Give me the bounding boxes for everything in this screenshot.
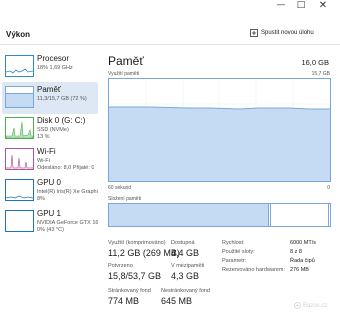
sidebar-item-detail-2: 0% (43 °C): [37, 227, 64, 233]
sidebar-item-detail-2: 13 %: [37, 134, 50, 140]
composition-label: Složení paměti: [108, 196, 142, 202]
memory-title: Paměť: [108, 54, 144, 68]
sidebar-item-label: GPU 0: [37, 178, 62, 187]
sidebar-item-label: Wi-Fi: [37, 147, 56, 156]
cpu-sparkline: [6, 68, 33, 74]
sidebar-item-label: Disk 0 (G: C:): [37, 116, 86, 125]
minimize-button[interactable]: —: [272, 0, 290, 12]
slots-value: 8 z 8: [290, 249, 302, 255]
form-factor-key: Parametr:: [222, 258, 247, 264]
run-new-task-button[interactable]: Spustit novou úlohu: [250, 29, 314, 37]
watermark: Bazos.cz: [294, 302, 327, 309]
hw-reserved-key: Rezervováno hardwarem:: [222, 267, 285, 273]
nonpaged-pool-label: Nestránkovaný fond: [161, 288, 210, 294]
memory-usage-graph: [108, 78, 331, 182]
sidebar: Procesor 18% 1,69 GHz Paměť 11,3/15,7 GB…: [0, 45, 100, 235]
slots-key: Použité sloty:: [222, 249, 255, 255]
nonpaged-pool-value: 645 MB: [161, 296, 193, 306]
paged-pool-value: 774 MB: [108, 296, 140, 306]
sidebar-item-memory[interactable]: Paměť 11,3/15,7 GB (72 %): [2, 82, 98, 114]
usage-graph-max: 15,7 GB: [311, 71, 330, 77]
sidebar-item-detail: Wi-Fi: [37, 158, 50, 164]
usage-graph-label: Využití paměti: [108, 71, 140, 77]
gpu1-thumbnail: [5, 210, 34, 232]
hw-reserved-value: 276 MB: [290, 267, 309, 273]
sidebar-item-gpu0[interactable]: GPU 0 Intel(R) Iris(R) Xe Graphi 8%: [2, 175, 98, 207]
wifi-thumbnail: [5, 148, 34, 170]
speed-key: Rychlost:: [222, 240, 245, 246]
time-axis-end: 0: [327, 185, 330, 191]
form-factor-value: Řada čipů: [290, 258, 315, 264]
available-value: 4,4 GB: [171, 248, 200, 258]
sidebar-item-detail: 11,3/15,7 GB (72 %): [37, 96, 87, 102]
disk-thumbnail: [5, 117, 34, 139]
close-button[interactable]: ✕: [314, 0, 332, 12]
committed-label: Potvrzeno: [108, 263, 133, 269]
sidebar-item-detail-2: 8%: [37, 196, 45, 202]
sidebar-item-gpu1[interactable]: GPU 1 NVIDIA GeForce GTX 16 0% (43 °C): [2, 206, 98, 238]
memory-total: 16,0 GB: [301, 58, 329, 67]
run-new-task-label: Spustit novou úlohu: [261, 30, 314, 36]
sidebar-item-label: Procesor: [37, 54, 70, 63]
cached-label: V mezipaměti: [171, 263, 205, 269]
page-title: Výkon: [6, 30, 31, 39]
memory-composition-bar: [108, 203, 331, 227]
watermark-text: Bazos.cz: [303, 302, 328, 309]
sidebar-item-label: Paměť: [37, 85, 61, 94]
sidebar-item-cpu[interactable]: Procesor 18% 1,69 GHz: [2, 51, 98, 83]
maximize-button[interactable]: □: [292, 0, 310, 12]
in-use-value: 11,2 GB (269 MB): [108, 248, 180, 258]
disk-sparkline: [6, 121, 33, 138]
new-task-icon: [250, 29, 258, 37]
composition-standby: [271, 204, 329, 226]
cpu-thumbnail: [5, 55, 34, 77]
sidebar-item-detail: NVIDIA GeForce GTX 16: [37, 220, 98, 226]
in-use-label: Využití (komprimováno): [108, 240, 166, 246]
gpu0-sparkline: [6, 195, 33, 199]
memory-usage-area: [109, 79, 330, 181]
memory-thumbnail-fill: [6, 92, 33, 107]
sidebar-item-detail: Intel(R) Iris(R) Xe Graphi: [37, 189, 98, 195]
available-label: Dostupná: [171, 240, 195, 246]
gpu0-thumbnail: [5, 179, 34, 201]
cached-value: 4,3 GB: [171, 271, 200, 281]
wifi-sparkline: [6, 154, 33, 169]
watermark-logo-icon: [294, 302, 301, 309]
time-axis-label: 60 sekund: [108, 185, 132, 191]
composition-in-use: [109, 204, 269, 226]
sidebar-item-disk[interactable]: Disk 0 (G: C:) SSD (NVMe) 13 %: [2, 113, 98, 145]
sidebar-item-detail: 18% 1,69 GHz: [37, 65, 73, 71]
sidebar-item-detail-2: Odesláno: 8,0 Přijaté: 0: [37, 165, 95, 171]
sidebar-item-detail: SSD (NVMe): [37, 127, 69, 133]
sidebar-item-label: GPU 1: [37, 209, 62, 218]
sidebar-item-wifi[interactable]: Wi-Fi Wi-Fi Odesláno: 8,0 Přijaté: 0: [2, 144, 98, 176]
speed-value: 6000 MT/s: [290, 240, 316, 246]
memory-thumbnail: [5, 86, 34, 108]
committed-value: 15,8/53,7 GB: [108, 271, 162, 281]
paged-pool-label: Stránkovaný fond: [108, 288, 151, 294]
title-bar: — □ ✕: [0, 0, 340, 12]
